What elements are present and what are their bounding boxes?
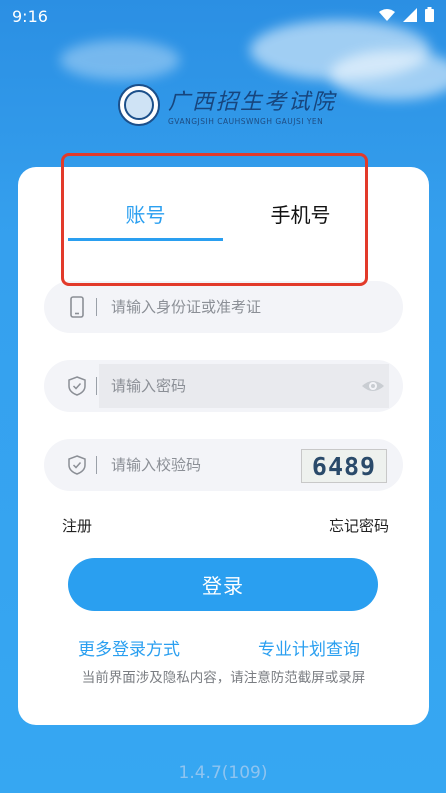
forgot-password-link[interactable]: 忘记密码 (329, 515, 389, 536)
more-login-options-link[interactable]: 更多登录方式 (78, 635, 180, 660)
captcha-input[interactable] (109, 444, 307, 486)
battery-icon (425, 6, 434, 26)
privacy-notice: 当前界面涉及隐私内容，请注意防范截屏或录屏 (81, 670, 366, 686)
status-bar: 9:16 (0, 0, 446, 32)
field-divider (96, 298, 97, 316)
password-input[interactable] (109, 365, 307, 407)
institution-logo: 广西招生考试院 GVANGJSIH CAUHSWNGH GAUJSI YEN (118, 84, 336, 126)
id-field[interactable] (44, 281, 403, 333)
shield-icon (66, 454, 88, 476)
eye-icon[interactable] (361, 375, 385, 401)
phone-icon (66, 296, 88, 318)
logo-english-name: GVANGJSIH CAUHSWNGH GAUJSI YEN (168, 117, 324, 126)
captcha-image[interactable]: 6489 (301, 449, 387, 483)
tab-highlight-box (61, 153, 368, 286)
captcha-field[interactable]: 6489 (44, 439, 403, 491)
password-field[interactable] (44, 360, 403, 412)
major-plan-query-link[interactable]: 专业计划查询 (258, 635, 360, 660)
login-button[interactable]: 登录 (68, 558, 378, 611)
captcha-code: 6489 (311, 451, 377, 481)
status-time: 9:16 (12, 6, 48, 26)
logo-chinese-name: 广西招生考试院 (168, 90, 337, 115)
id-input[interactable] (109, 286, 307, 328)
signal-icon (403, 7, 417, 26)
seal-icon (118, 84, 160, 126)
register-link[interactable]: 注册 (62, 515, 92, 536)
wifi-icon (379, 7, 395, 26)
field-divider (96, 377, 97, 395)
shield-icon (66, 375, 88, 397)
field-divider (96, 456, 97, 474)
app-version: 1.4.7(109) (178, 763, 268, 783)
